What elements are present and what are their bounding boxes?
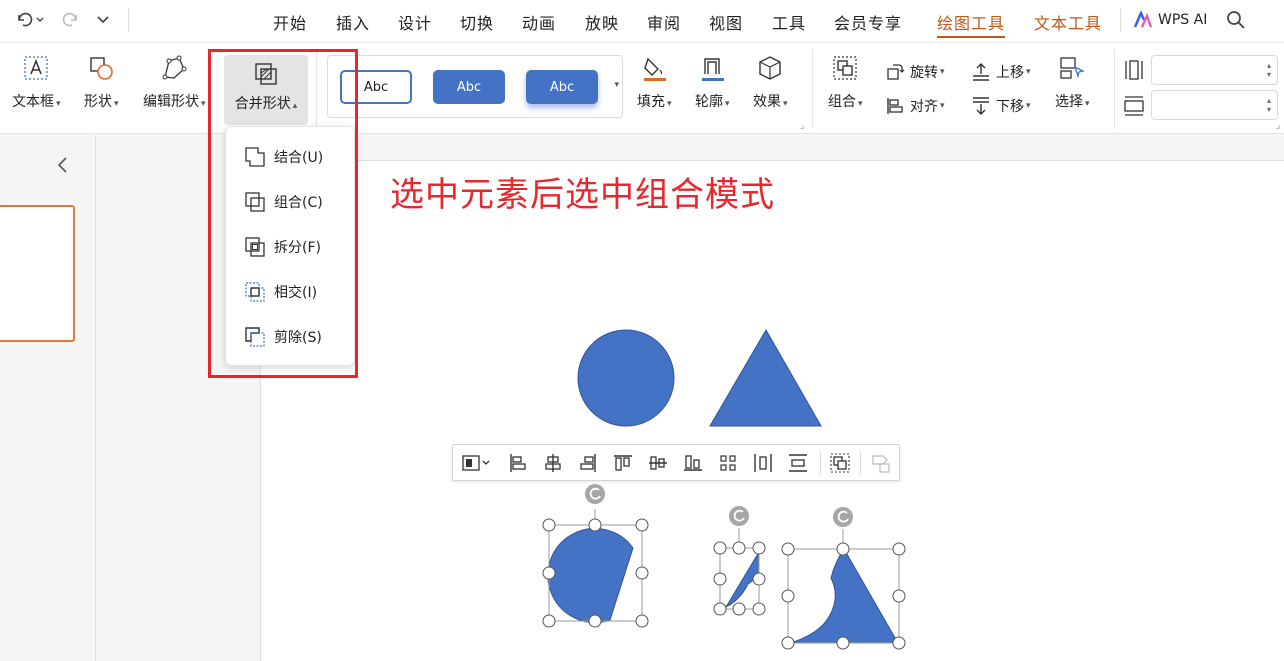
merge-shape-menu: 结合(U) 组合(C) 拆分(F) 相交(I) 剪除(S) [225, 126, 355, 366]
align-center-icon [545, 454, 561, 472]
distribute-horizontal-icon [754, 454, 772, 472]
align-right-button[interactable] [576, 452, 600, 474]
triangle-shape[interactable] [709, 329, 822, 427]
merged-shape-right[interactable] [781, 507, 906, 650]
menu-item-subtract[interactable]: 剪除(S) [244, 326, 322, 348]
circle-shape[interactable] [577, 329, 675, 427]
menu-item-fragment[interactable]: 拆分(F) [244, 236, 321, 258]
toolbar-group-button[interactable] [828, 452, 852, 474]
menu-item-union[interactable]: 结合(U) [244, 146, 323, 168]
fragment-label: 拆分(F) [274, 240, 321, 256]
distribute-vertical-icon [789, 454, 807, 472]
slide-shapes [542, 329, 906, 650]
align-left-button[interactable] [506, 452, 530, 474]
align-bottom-icon [684, 455, 702, 471]
format-painter-icon [872, 455, 890, 473]
align-bottom-button[interactable] [681, 452, 705, 474]
union-icon [245, 147, 265, 167]
combine-icon [245, 192, 265, 212]
intersect-icon [245, 282, 265, 302]
merged-shape-left[interactable] [542, 484, 649, 628]
menu-item-combine[interactable]: 组合(C) [244, 191, 323, 213]
rotate-handle-icon [833, 507, 853, 527]
rotate-handle-icon [585, 484, 605, 504]
align-left-icon [510, 454, 526, 472]
floating-align-toolbar [452, 444, 900, 481]
merged-shape-middle[interactable] [713, 506, 766, 616]
divider [860, 451, 861, 475]
rotate-handle-icon [729, 506, 749, 526]
align-middle-button[interactable] [646, 452, 670, 474]
distribute-button[interactable] [716, 452, 740, 474]
align-to-button[interactable] [459, 452, 493, 474]
align-middle-icon [649, 456, 667, 470]
divider [820, 451, 821, 475]
subtract-label: 剪除(S) [274, 330, 322, 346]
union-label: 结合(U) [274, 150, 324, 166]
group-icon [830, 453, 850, 473]
align-center-button[interactable] [541, 452, 565, 474]
align-top-icon [614, 455, 632, 471]
toolbar-more-button[interactable] [869, 452, 893, 474]
intersect-label: 相交(I) [274, 285, 318, 301]
align-top-button[interactable] [611, 452, 635, 474]
distribute-horizontal-button[interactable] [751, 452, 775, 474]
fragment-icon [245, 237, 265, 257]
align-right-icon [580, 454, 596, 472]
align-to-icon [462, 455, 490, 471]
menu-item-intersect[interactable]: 相交(I) [244, 281, 317, 303]
distribute-icon [720, 455, 736, 471]
combine-label: 组合(C) [274, 195, 323, 211]
distribute-vertical-button[interactable] [786, 452, 810, 474]
subtract-icon [245, 327, 265, 347]
